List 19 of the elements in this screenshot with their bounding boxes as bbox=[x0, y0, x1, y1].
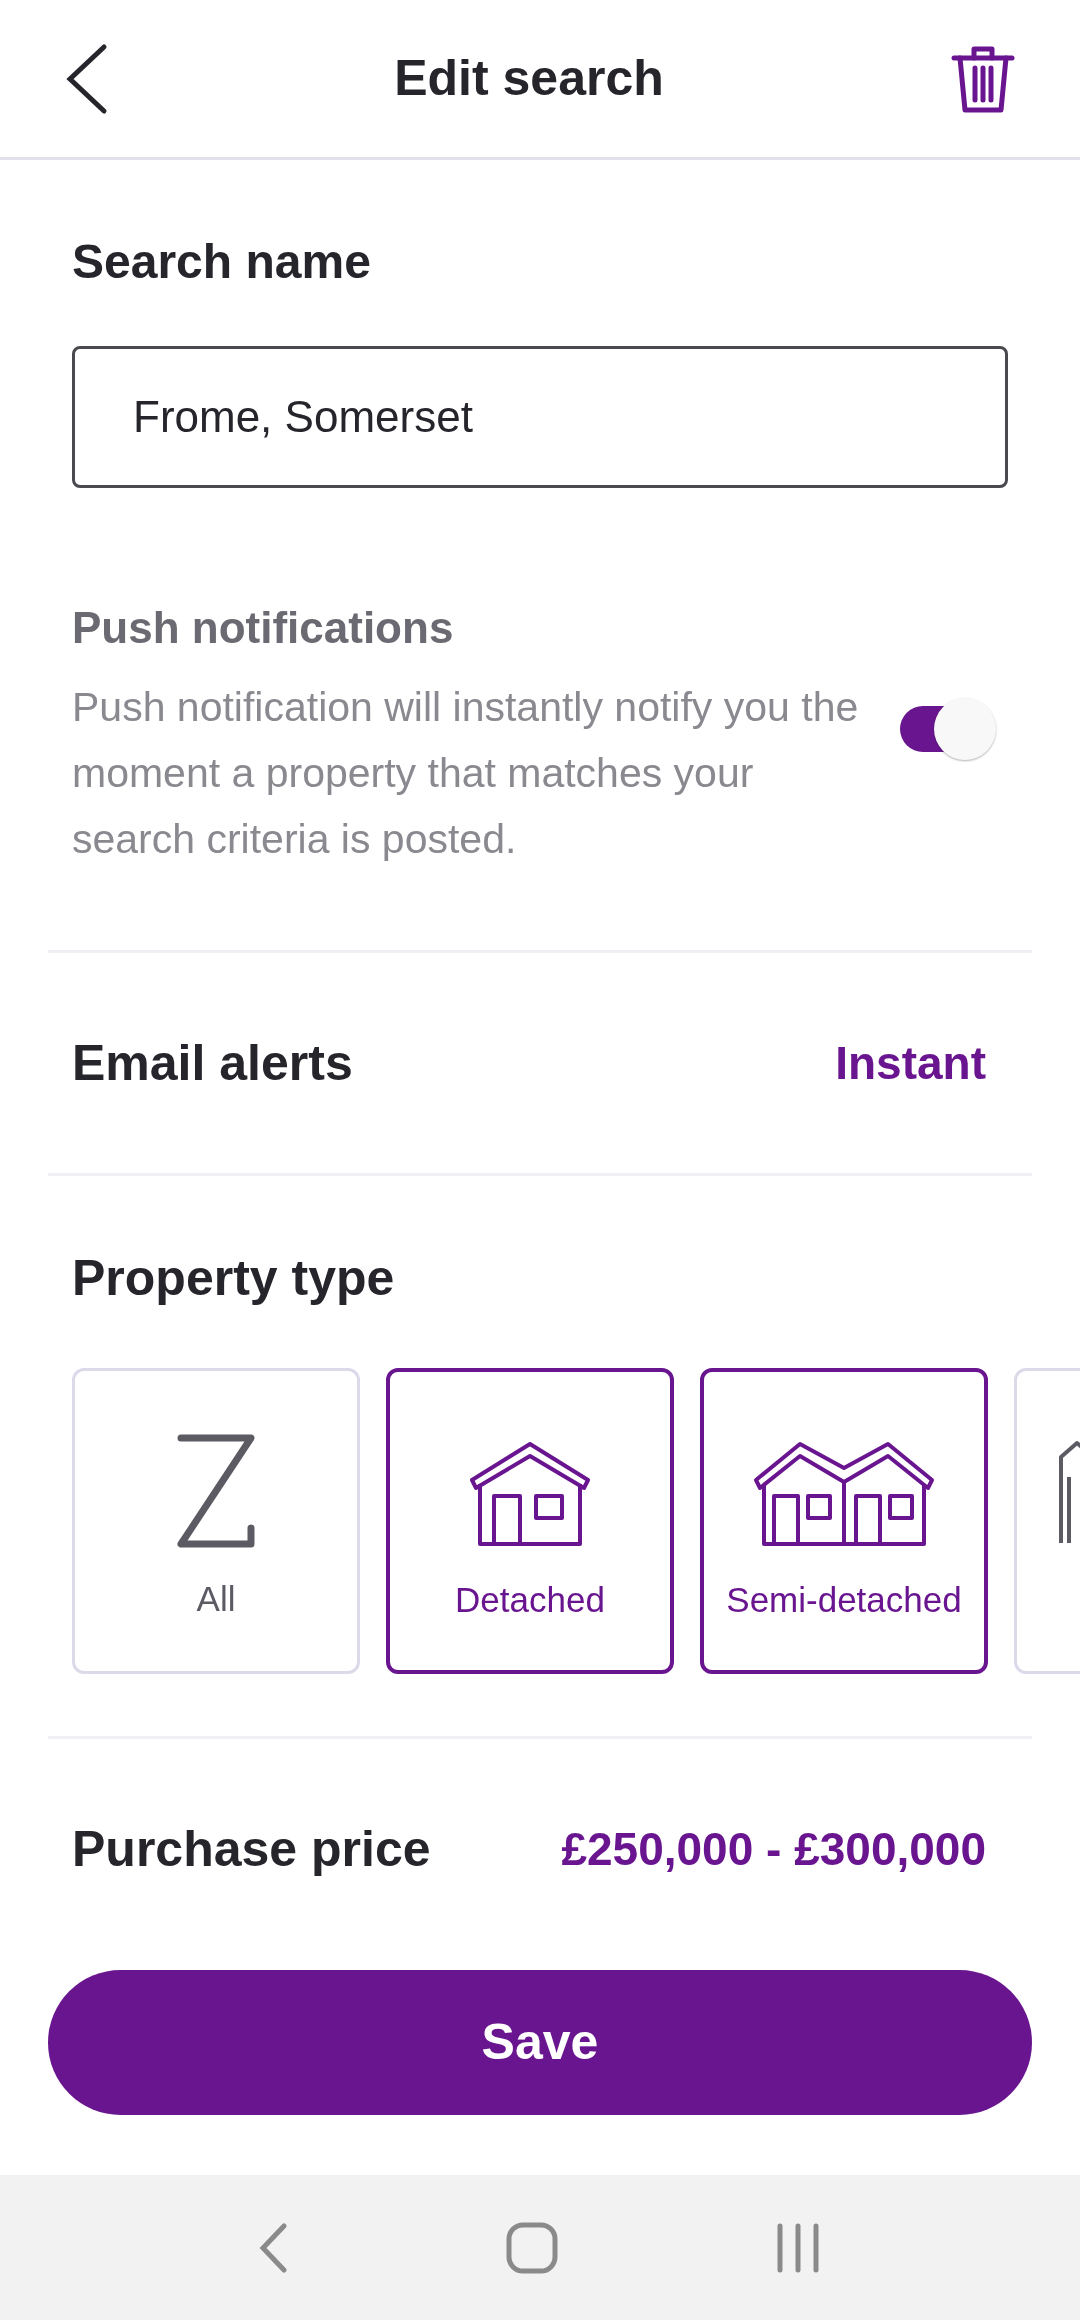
property-type-card[interactable]: Detached bbox=[386, 1368, 674, 1674]
section-title: Property type bbox=[71, 1249, 396, 1308]
zigzag-icon bbox=[176, 1433, 256, 1549]
description-text: Push notification will instantly notify you the moment a property that matches your search criteria is posted. bbox=[72, 683, 860, 864]
section-title: Purchase price bbox=[72, 1819, 431, 1879]
recent-apps-icon[interactable] bbox=[775, 2222, 822, 2273]
property-type-card[interactable]: Semi-detached bbox=[700, 1368, 988, 1674]
section-title: Push notifications bbox=[72, 602, 455, 654]
section-title: Email alerts bbox=[72, 1033, 353, 1093]
page-title: Edit search bbox=[394, 49, 664, 108]
toggle-switch[interactable] bbox=[898, 696, 998, 762]
home-icon[interactable] bbox=[506, 2221, 558, 2274]
email-alerts-value[interactable]: Instant bbox=[835, 1028, 986, 1098]
back-icon[interactable] bbox=[64, 42, 108, 115]
search-name-field[interactable]: Frome, Somerset bbox=[72, 346, 1008, 488]
save-button[interactable]: Save bbox=[48, 1970, 1032, 2115]
price-range-value[interactable]: £250,000 - £300,000 bbox=[561, 1814, 986, 1884]
property-type-card[interactable]: All bbox=[72, 1368, 360, 1674]
section-title: Search name bbox=[72, 234, 372, 290]
